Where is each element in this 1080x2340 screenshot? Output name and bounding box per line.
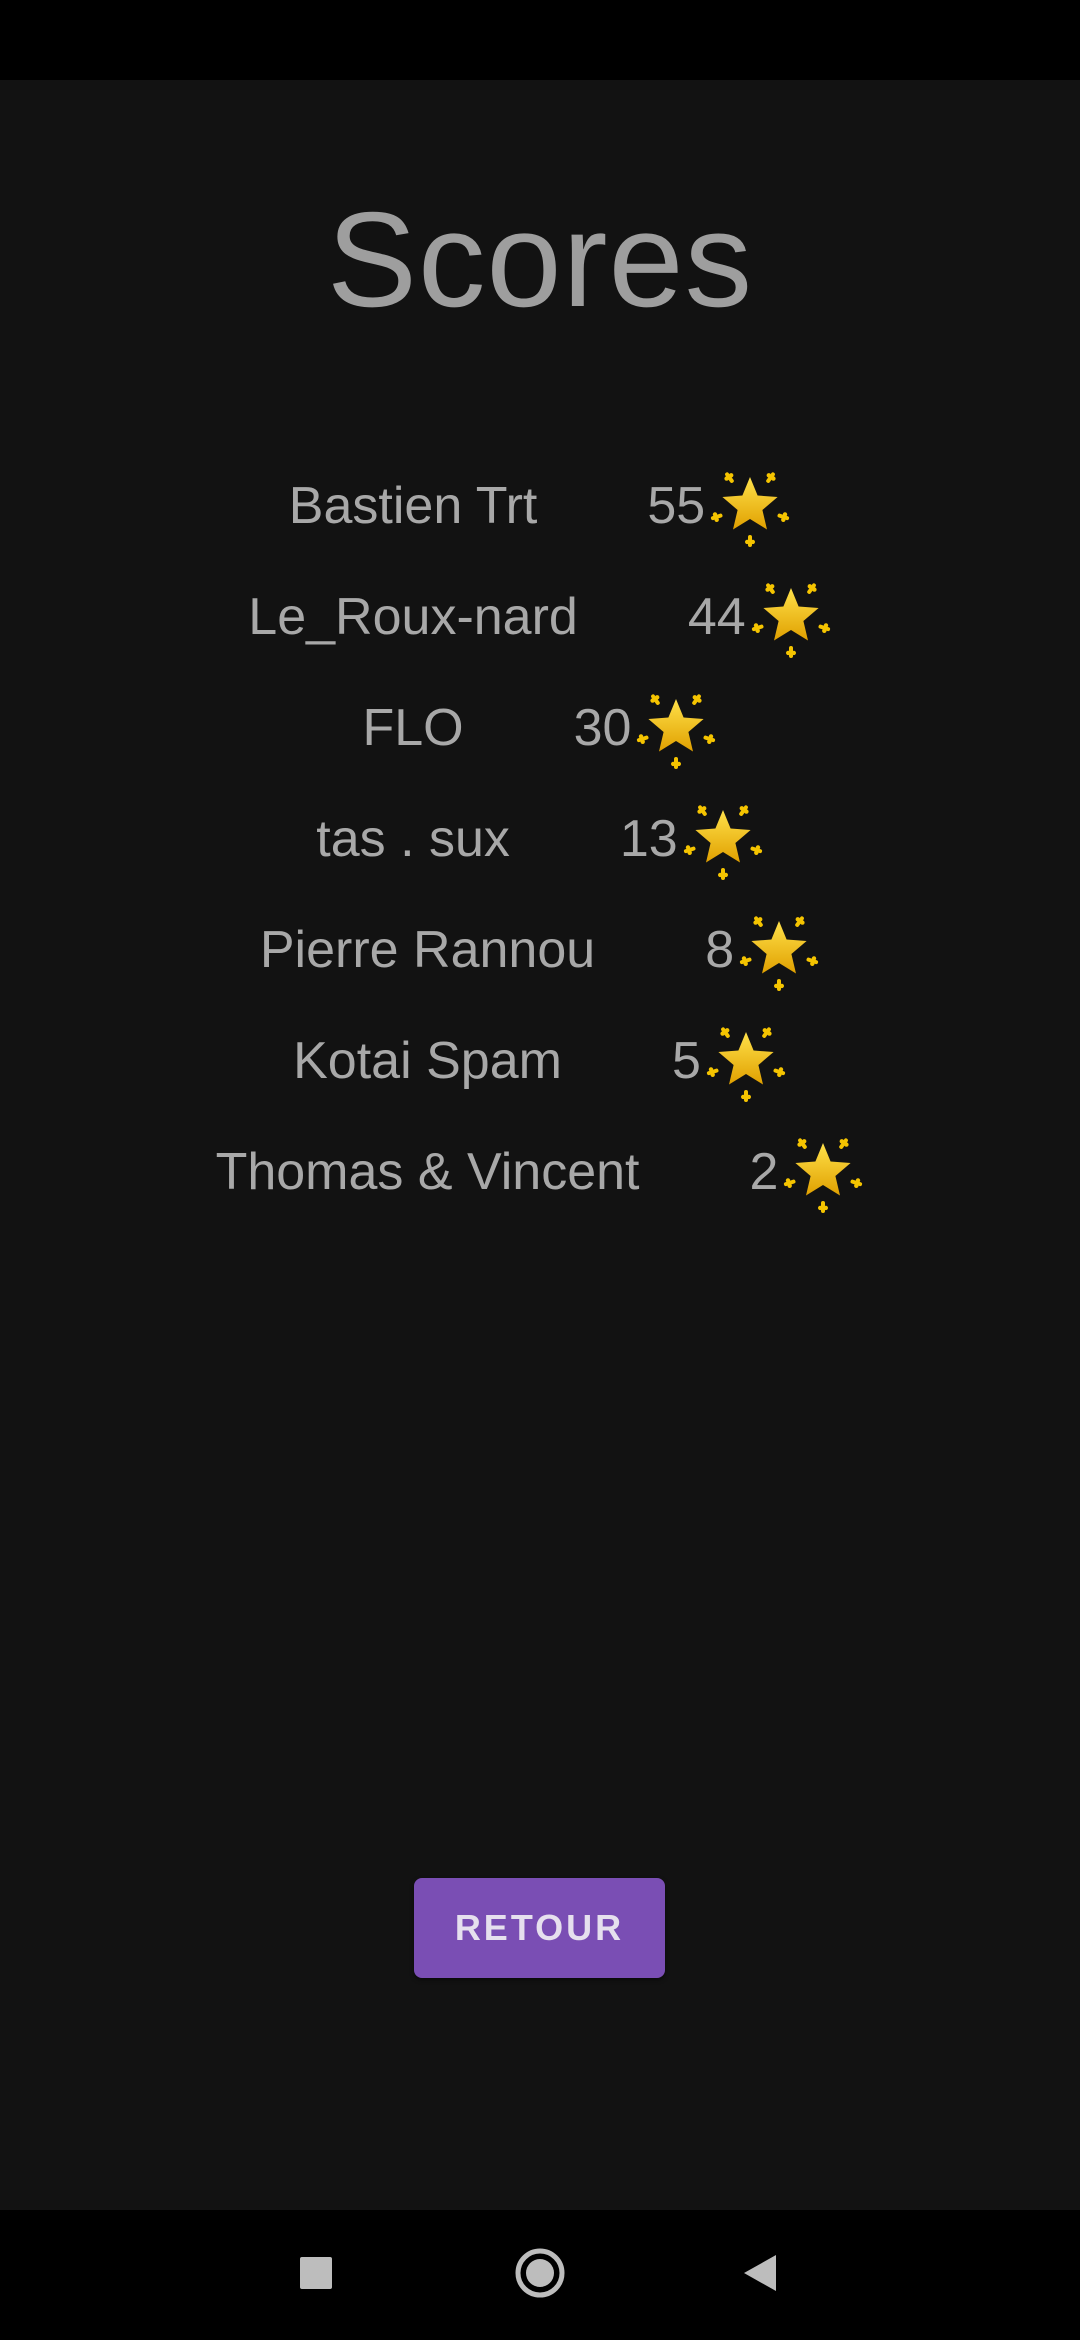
glowing-star-icon <box>738 909 820 991</box>
player-score: 55 <box>647 476 706 535</box>
score-list: Bastien Trt 55 Le_Roux-nard 44 FLO 30 ta… <box>0 450 1080 1227</box>
player-name: Thomas & Vincent <box>215 1142 640 1201</box>
page-title: Scores <box>326 184 754 335</box>
score-row: Le_Roux-nard 44 <box>0 561 1080 672</box>
status-bar <box>0 0 1080 80</box>
home-circle-icon[interactable] <box>514 2247 566 2299</box>
player-name: Le_Roux-nard <box>248 587 578 646</box>
system-nav-bar <box>0 2210 1080 2340</box>
player-score: 30 <box>573 698 632 757</box>
player-score: 5 <box>671 1031 701 1090</box>
glowing-star-icon <box>705 1020 787 1102</box>
player-name: Pierre Rannou <box>259 920 596 979</box>
score-row: FLO 30 <box>0 672 1080 783</box>
player-name: Bastien Trt <box>288 476 538 535</box>
recents-square-icon[interactable] <box>300 2257 332 2289</box>
player-name: FLO <box>362 698 464 757</box>
score-row: tas . sux 13 <box>0 783 1080 894</box>
score-row: Kotai Spam 5 <box>0 1005 1080 1116</box>
glowing-star-icon <box>750 576 832 658</box>
player-name: Kotai Spam <box>293 1031 562 1090</box>
glowing-star-icon <box>709 465 791 547</box>
player-score: 2 <box>749 1142 779 1201</box>
scores-screen: Scores Bastien Trt 55 Le_Roux-nard 44 FL… <box>0 80 1080 2210</box>
player-score: 8 <box>705 920 735 979</box>
score-row: Pierre Rannou 8 <box>0 894 1080 1005</box>
player-name: tas . sux <box>316 809 510 868</box>
score-row: Bastien Trt 55 <box>0 450 1080 561</box>
score-row: Thomas & Vincent 2 <box>0 1116 1080 1227</box>
glowing-star-icon <box>635 687 717 769</box>
glowing-star-icon <box>782 1131 864 1213</box>
glowing-star-icon <box>682 798 764 880</box>
player-score: 44 <box>687 587 746 646</box>
player-score: 13 <box>619 809 678 868</box>
back-triangle-icon[interactable] <box>742 2253 778 2293</box>
retour-button[interactable]: RETOUR <box>414 1878 665 1978</box>
